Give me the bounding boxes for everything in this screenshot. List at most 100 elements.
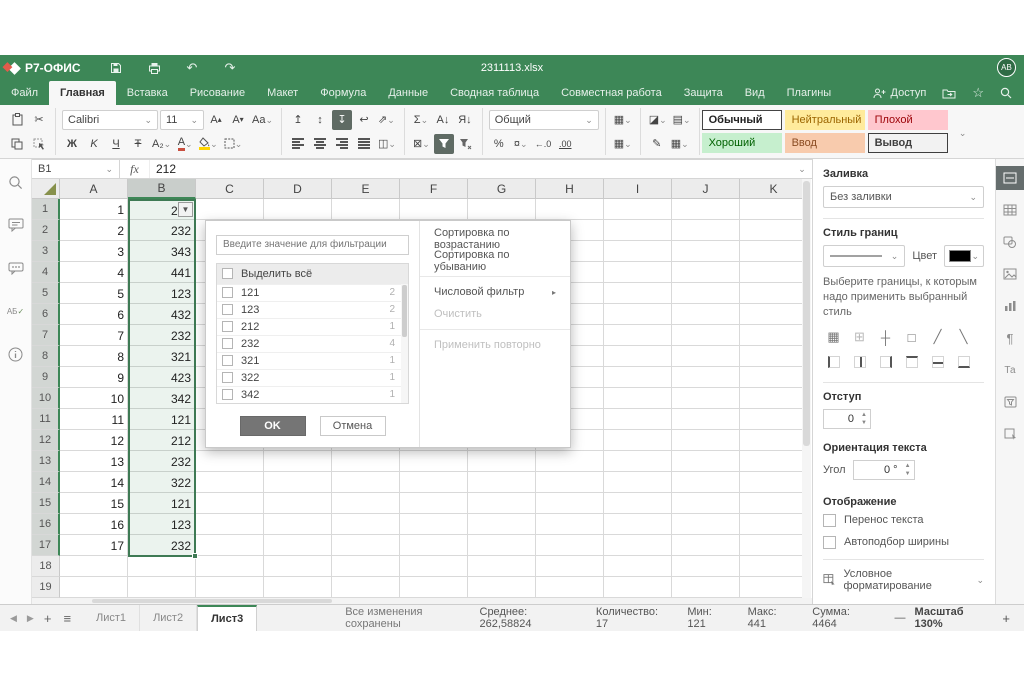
cell-template-button[interactable]: ▤ [671,110,693,130]
style-neutral[interactable]: Нейтральный [785,110,865,130]
column-header-f[interactable]: F [400,179,468,199]
cell[interactable]: 5 [60,283,128,304]
valign-middle-button[interactable]: ↕ [310,110,330,130]
tab-file[interactable]: Файл [0,81,49,105]
format-painter-button[interactable]: ✎ [647,134,667,154]
cell[interactable]: 12 [60,430,128,451]
textart-settings-icon[interactable]: Та [996,358,1024,382]
cell[interactable]: 342 [130,388,194,409]
cell[interactable]: 441 [130,262,194,283]
formula-input[interactable]: 212 [150,160,792,178]
border-diagonal-down-button[interactable]: ╲ [953,328,974,347]
stepper-arrows-icon[interactable]: ▲▼ [905,462,911,478]
percent-style-button[interactable]: % [489,134,509,154]
print-button[interactable] [146,60,162,76]
row-header[interactable]: 5 [32,283,60,304]
tab-formula[interactable]: Формула [309,81,377,105]
column-header-c[interactable]: C [196,179,264,199]
row-header[interactable]: 17 [32,535,60,556]
sheet-tab-2[interactable]: Лист2 [140,605,197,631]
row-header[interactable]: 9 [32,367,60,388]
select-all-row[interactable]: Выделить всё [217,264,408,284]
cell[interactable]: 322 [130,472,194,493]
row-header[interactable]: 11 [32,409,60,430]
select-all-corner[interactable] [32,179,60,199]
zoom-out-button[interactable]: — [895,612,906,624]
row-header[interactable]: 16 [32,514,60,535]
border-diagonal-up-button[interactable]: ╱ [927,328,948,347]
value-checkbox[interactable] [222,338,233,349]
wrap-text-checkbox[interactable] [823,514,836,527]
row-header[interactable]: 15 [32,493,60,514]
row-header[interactable]: 14 [32,472,60,493]
cell[interactable]: 121 [130,409,194,430]
grow-font-button[interactable]: A▴ [206,110,226,130]
sort-descending-button[interactable]: Я↓ [455,110,475,130]
save-button[interactable] [108,60,124,76]
comments-button[interactable] [7,216,25,234]
cell[interactable]: 3 [60,241,128,262]
cell[interactable]: 16 [60,514,128,535]
tab-view[interactable]: Вид [734,81,776,105]
italic-button[interactable]: K [84,134,104,154]
row-header[interactable]: 3 [32,241,60,262]
next-sheet-button[interactable]: ▶ [27,613,34,624]
cell[interactable]: 8 [60,346,128,367]
cell[interactable]: 232 [130,451,194,472]
tab-protection[interactable]: Защита [673,81,734,105]
column-header-d[interactable]: D [264,179,332,199]
valign-top-button[interactable]: ↥ [288,110,308,130]
signature-settings-icon[interactable] [996,422,1024,446]
cell[interactable]: 15 [60,493,128,514]
clear-style-button[interactable]: ◪ [647,110,669,130]
paste-button[interactable] [7,110,27,130]
filter-value-row[interactable]: 2121 [217,318,408,335]
cell[interactable]: 17 [60,535,128,556]
cell[interactable]: 423 [130,367,194,388]
cell[interactable]: 6 [60,304,128,325]
filter-value-row[interactable]: 1212 [217,284,408,301]
tab-plugins[interactable]: Плагины [776,81,843,105]
chat-button[interactable] [7,259,25,277]
column-header-a[interactable]: A [60,179,128,199]
underline-button[interactable]: Ч [106,134,126,154]
cell[interactable]: 9 [60,367,128,388]
wrap-text-button[interactable]: ↩ [354,110,374,130]
tab-collaboration[interactable]: Совместная работа [550,81,673,105]
delete-cells-button[interactable]: ▦ [612,134,634,154]
cell[interactable]: 123 [130,283,194,304]
border-inside-vertical-button[interactable] [849,353,870,372]
table-settings-icon[interactable] [996,198,1024,222]
cell[interactable]: 321 [130,346,194,367]
list-scrollbar[interactable] [401,284,408,403]
style-normal[interactable]: Обычный [702,110,782,130]
filter-value-row[interactable]: 3421 [217,386,408,403]
sort-ascending-menu-item[interactable]: Сортировка по возрастанию [420,228,570,250]
border-bottom-button[interactable] [953,353,974,372]
filter-value-row[interactable]: 3211 [217,352,408,369]
row-header[interactable]: 12 [32,430,60,451]
column-header-b[interactable]: B [128,179,196,199]
indent-stepper[interactable]: 0▲▼ [823,409,871,429]
search-sidebar-button[interactable] [7,173,25,191]
conditional-formatting-button[interactable]: Условное форматирование [823,568,984,592]
row-header[interactable]: 8 [32,346,60,367]
collapse-formula-bar-button[interactable] [792,160,812,178]
tab-draw[interactable]: Рисование [179,81,256,105]
style-bad[interactable]: Плохой [868,110,948,130]
cell[interactable]: 10 [60,388,128,409]
list-scrollbar-thumb[interactable] [402,285,407,337]
row-header[interactable]: 18 [32,556,60,577]
wrap-text-checkbox-row[interactable]: Перенос текста [823,514,984,527]
row-header[interactable]: 10 [32,388,60,409]
open-location-button[interactable] [942,88,956,99]
chart-settings-icon[interactable] [996,294,1024,318]
valign-bottom-button[interactable]: ↧ [332,110,352,130]
cell[interactable]: 2 [60,220,128,241]
horizontal-scrollbar-thumb[interactable] [92,599,332,603]
border-cross-button[interactable]: ┼ [875,328,896,347]
fill-select[interactable]: Без заливки [823,186,984,208]
cancel-button[interactable]: Отмена [320,416,386,436]
sort-descending-menu-item[interactable]: Сортировка по убыванию [420,250,570,272]
ok-button[interactable]: OK [240,416,306,436]
